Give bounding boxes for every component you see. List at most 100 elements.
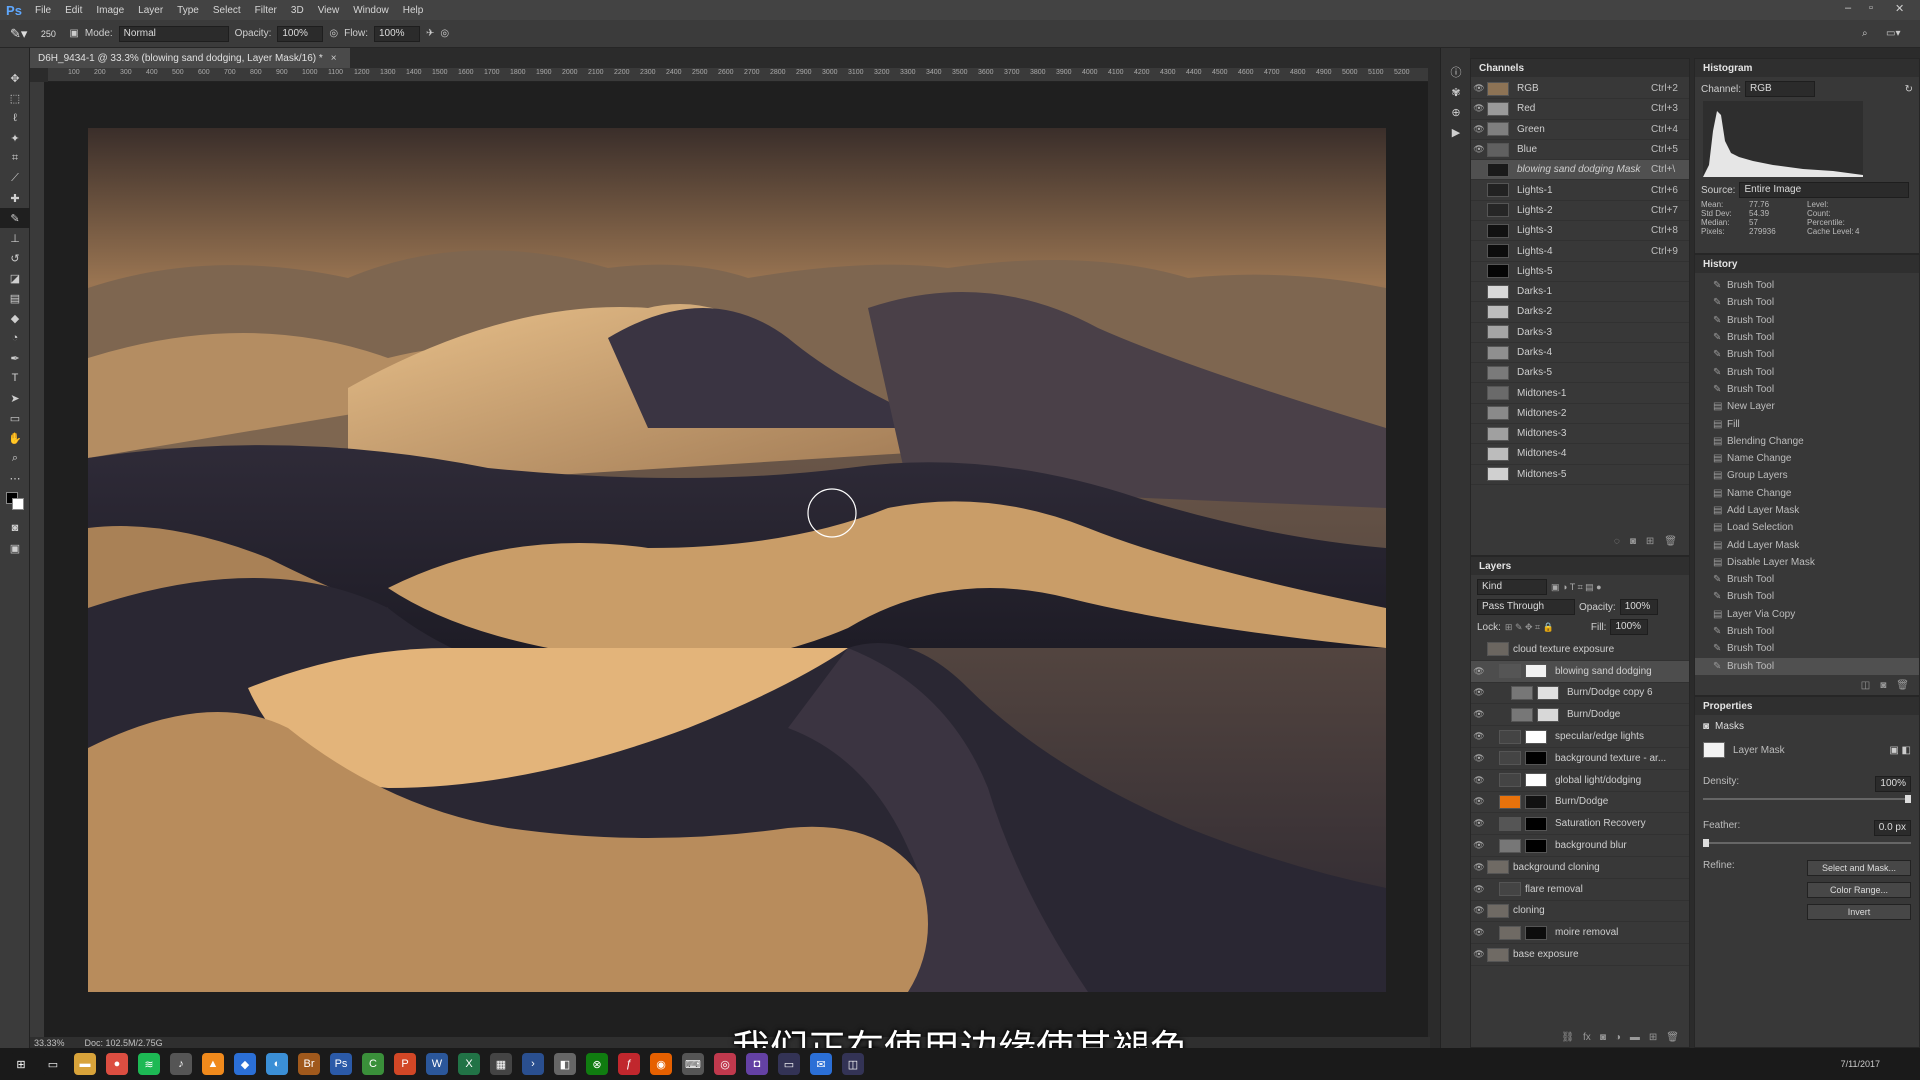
- bridge-icon[interactable]: Br: [298, 1053, 320, 1075]
- channel-row[interactable]: Lights-2 Ctrl+7: [1471, 201, 1689, 222]
- media-icon[interactable]: ◎: [714, 1053, 736, 1075]
- visibility-eye-icon[interactable]: 👁: [1471, 687, 1487, 698]
- layer-opacity-field[interactable]: 100%: [1619, 599, 1658, 615]
- healing-brush-tool-icon[interactable]: ✚: [0, 188, 30, 208]
- hand-tool-icon[interactable]: ✋: [0, 428, 30, 448]
- move-tool-icon[interactable]: ✥: [0, 68, 30, 88]
- brush-tool-icon[interactable]: ✎: [0, 208, 30, 228]
- history-state[interactable]: ✎ Brush Tool: [1695, 294, 1919, 311]
- layer-row[interactable]: cloud texture exposure: [1471, 639, 1689, 661]
- excel-icon[interactable]: X: [458, 1053, 480, 1075]
- channel-row[interactable]: Darks-4: [1471, 343, 1689, 364]
- layer-mask-thumb[interactable]: [1537, 685, 1559, 700]
- select-and-mask-button[interactable]: Select and Mask...: [1807, 860, 1911, 876]
- twitch-icon[interactable]: ◘: [746, 1053, 768, 1075]
- visibility-eye-icon[interactable]: 👁: [1471, 949, 1487, 960]
- brush-size-picker[interactable]: 250: [33, 29, 63, 39]
- file-explorer-icon[interactable]: ▬: [74, 1053, 96, 1075]
- screen-mode-icon[interactable]: ▣: [0, 538, 30, 558]
- history-state[interactable]: ▤ Disable Layer Mask: [1695, 554, 1919, 571]
- opacity-field[interactable]: 100%: [277, 25, 324, 42]
- photoshop-icon[interactable]: Ps: [330, 1053, 352, 1075]
- layer-filter-icons[interactable]: ▣ ◑ T ⌗ ▤ ●: [1551, 582, 1602, 593]
- history-state[interactable]: ▤ Add Layer Mask: [1695, 502, 1919, 519]
- calculator-icon[interactable]: ▦: [490, 1053, 512, 1075]
- layer-row[interactable]: 👁 background cloning: [1471, 857, 1689, 879]
- layer-row[interactable]: 👁 Burn/Dodge: [1471, 792, 1689, 814]
- layer-row[interactable]: 👁 global light/dodging: [1471, 770, 1689, 792]
- layer-mask-thumb[interactable]: [1525, 751, 1547, 766]
- history-state[interactable]: ✎ Brush Tool: [1695, 623, 1919, 640]
- menu-window[interactable]: Window: [346, 5, 396, 16]
- refresh-histogram-icon[interactable]: ↻: [1905, 84, 1913, 95]
- channel-row[interactable]: Lights-3 Ctrl+8: [1471, 221, 1689, 242]
- zoom-tool-icon[interactable]: ⌕: [0, 448, 30, 468]
- layer-filter-select[interactable]: Kind: [1477, 579, 1547, 595]
- type-tool-icon[interactable]: T: [0, 368, 30, 388]
- density-field[interactable]: 100%: [1875, 776, 1911, 792]
- visibility-eye-icon[interactable]: 👁: [1471, 144, 1487, 155]
- feather-field[interactable]: 0.0 px: [1873, 820, 1911, 836]
- visibility-eye-icon[interactable]: 👁: [1471, 818, 1487, 829]
- dropbox-icon[interactable]: ◆: [234, 1053, 256, 1075]
- history-state[interactable]: ▤ Load Selection: [1695, 519, 1919, 536]
- mode-select[interactable]: Normal: [118, 25, 229, 42]
- maximize-button[interactable]: ▫: [1869, 2, 1873, 14]
- visibility-eye-icon[interactable]: 👁: [1471, 753, 1487, 764]
- layer-row[interactable]: 👁 Burn/Dodge: [1471, 704, 1689, 727]
- menu-view[interactable]: View: [311, 5, 347, 16]
- new-document-from-state-icon[interactable]: ◫: [1861, 680, 1870, 691]
- snapshot-icon[interactable]: ◙: [1880, 680, 1886, 691]
- eyedropper-tool-icon[interactable]: ⟋: [0, 168, 30, 188]
- new-channel-icon[interactable]: ⊞: [1646, 536, 1654, 547]
- menu-image[interactable]: Image: [89, 5, 131, 16]
- document-tab[interactable]: D6H_9434-1 @ 33.3% (blowing sand dodging…: [30, 48, 350, 68]
- history-state[interactable]: ✎ Brush Tool: [1695, 329, 1919, 346]
- layer-row[interactable]: 👁 Burn/Dodge copy 6: [1471, 683, 1689, 705]
- actions-panel-icon[interactable]: ▶: [1441, 122, 1471, 142]
- browser-icon[interactable]: ◐: [266, 1053, 288, 1075]
- visibility-eye-icon[interactable]: 👁: [1471, 796, 1487, 807]
- channel-row[interactable]: Midtones-1: [1471, 383, 1689, 404]
- visibility-eye-icon[interactable]: 👁: [1471, 775, 1487, 786]
- pressure-size-icon[interactable]: ◎: [440, 28, 449, 39]
- channel-row[interactable]: Darks-3: [1471, 323, 1689, 343]
- powershell-icon[interactable]: ›: [522, 1053, 544, 1075]
- history-state[interactable]: ▤ Fill: [1695, 415, 1919, 432]
- xbox-icon[interactable]: ⊗: [586, 1053, 608, 1075]
- layer-mask-thumb[interactable]: [1525, 729, 1547, 744]
- windows-start-icon[interactable]: ⊞: [10, 1053, 32, 1075]
- marquee-tool-icon[interactable]: ⬚: [0, 88, 30, 108]
- layer-mask-thumb[interactable]: [1525, 925, 1547, 940]
- layer-row[interactable]: 👁 flare removal: [1471, 879, 1689, 901]
- airbrush-icon[interactable]: ✈: [426, 28, 434, 39]
- color-swatches[interactable]: [0, 488, 30, 518]
- eraser-tool-icon[interactable]: ◪: [0, 268, 30, 288]
- color-range-button[interactable]: Color Range...: [1807, 882, 1911, 898]
- vlc-icon[interactable]: ▲: [202, 1053, 224, 1075]
- channel-row[interactable]: Midtones-5: [1471, 465, 1689, 485]
- menu-select[interactable]: Select: [206, 5, 248, 16]
- history-state[interactable]: ✎ Brush Tool: [1695, 588, 1919, 605]
- visibility-eye-icon[interactable]: 👁: [1471, 927, 1487, 938]
- chrome-icon[interactable]: ●: [106, 1053, 128, 1075]
- select-mask-icon[interactable]: ▣ ◧: [1889, 745, 1911, 756]
- history-state[interactable]: ✎ Brush Tool: [1695, 277, 1919, 294]
- lasso-tool-icon[interactable]: ℓ: [0, 108, 30, 128]
- visibility-eye-icon[interactable]: 👁: [1471, 666, 1487, 677]
- channel-row[interactable]: 👁 Red Ctrl+3: [1471, 99, 1689, 120]
- layer-row[interactable]: 👁 cloning: [1471, 901, 1689, 923]
- visibility-eye-icon[interactable]: 👁: [1471, 905, 1487, 916]
- blur-tool-icon[interactable]: ◆: [0, 308, 30, 328]
- history-state[interactable]: ✎ Brush Tool: [1695, 346, 1919, 363]
- clone-stamp-tool-icon[interactable]: ⊥: [0, 228, 30, 248]
- history-state[interactable]: ✎ Brush Tool: [1695, 363, 1919, 380]
- close-window-button[interactable]: ✕: [1895, 2, 1904, 15]
- history-state[interactable]: ✎ Brush Tool: [1695, 571, 1919, 588]
- history-state[interactable]: ✎ Brush Tool: [1695, 381, 1919, 398]
- task-view-icon[interactable]: ▭: [42, 1053, 64, 1075]
- load-selection-icon[interactable]: ◌: [1614, 536, 1620, 547]
- lock-icons[interactable]: ⊞ ✎ ✥ ⌗ 🔒: [1505, 622, 1587, 633]
- channel-row[interactable]: Lights-4 Ctrl+9: [1471, 241, 1689, 262]
- layer-row[interactable]: 👁 base exposure: [1471, 944, 1689, 966]
